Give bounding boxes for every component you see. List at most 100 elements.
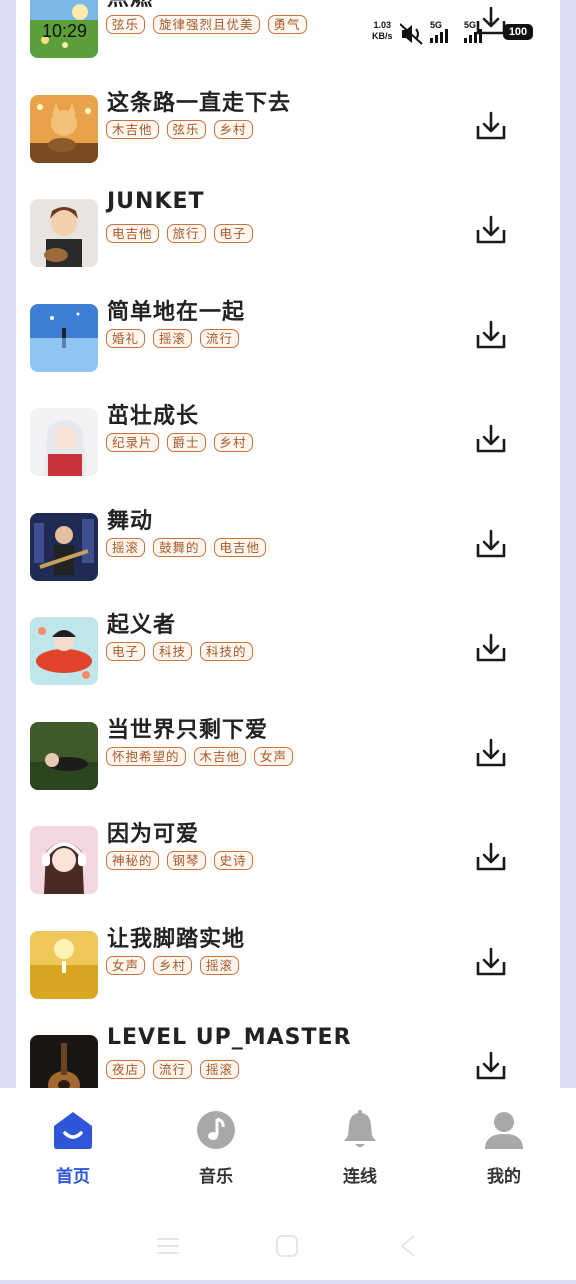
- song-tags: 摇滚 鼓舞的 电吉他: [106, 537, 267, 557]
- song-cover-image[interactable]: [30, 512, 98, 581]
- song-row[interactable]: 起义者 电子 科技 科技的: [16, 613, 560, 721]
- download-button[interactable]: [474, 318, 508, 352]
- song-cover-image[interactable]: [30, 721, 98, 790]
- song-tags: 电吉他 旅行 电子: [106, 224, 253, 243]
- user-icon: [485, 1112, 523, 1149]
- song-title[interactable]: JUNKET: [107, 189, 205, 214]
- song-row[interactable]: 点燃弦乐旋律强烈且优美勇气: [16, 0, 560, 94]
- song-tag: 女声: [254, 746, 294, 766]
- song-title[interactable]: 茁壮成长: [107, 398, 199, 430]
- download-button[interactable]: [474, 109, 508, 143]
- song-title[interactable]: 这条路一直走下去: [107, 85, 291, 117]
- song-tags: 夜店 流行 摇滚: [106, 1060, 240, 1079]
- download-icon: [476, 111, 506, 139]
- song-row[interactable]: 让我脚踏实地 女声 乡村 摇滚: [16, 927, 560, 1035]
- song-tag: 钢琴: [166, 851, 206, 870]
- download-button[interactable]: [474, 422, 508, 456]
- song-cover-image[interactable]: [30, 826, 98, 894]
- nav-profile-label: 我的: [487, 1167, 521, 1187]
- song-cover-image[interactable]: [30, 94, 98, 163]
- song-cover-image[interactable]: [30, 199, 98, 267]
- download-button[interactable]: [474, 945, 508, 979]
- download-icon: [476, 215, 506, 244]
- song-cover-image[interactable]: [30, 303, 98, 372]
- download-button[interactable]: [474, 527, 508, 561]
- nav-connect[interactable]: 连线: [310, 1106, 410, 1196]
- song-tag: 鼓舞的: [153, 537, 206, 557]
- song-tag: 木吉他: [106, 119, 159, 139]
- song-row[interactable]: JUNKET 电吉他 旅行 电子: [16, 189, 560, 303]
- song-tag: 勇气: [267, 15, 307, 34]
- download-icon: [476, 947, 506, 975]
- song-tags: 怀抱希望的 木吉他 女声: [106, 746, 294, 766]
- song-tag: 乡村: [153, 955, 193, 975]
- download-button[interactable]: [474, 4, 508, 38]
- nav-profile[interactable]: 我的: [454, 1106, 554, 1196]
- song-cover-image[interactable]: [30, 408, 98, 476]
- song-tag: 女声: [106, 955, 146, 975]
- song-tag: 电吉他: [213, 537, 267, 557]
- nav-home[interactable]: 首页: [23, 1106, 123, 1196]
- song-tag: 科技: [153, 642, 193, 661]
- download-button[interactable]: [474, 840, 508, 874]
- song-tag: 神秘的: [106, 851, 159, 870]
- song-title[interactable]: 起义者: [107, 607, 176, 639]
- song-cover-image[interactable]: [30, 617, 98, 685]
- song-cover-image[interactable]: [30, 0, 98, 58]
- song-tag: 科技的: [200, 642, 253, 661]
- song-tag: 电子: [213, 224, 253, 243]
- nav-music[interactable]: 音乐: [166, 1106, 266, 1196]
- back-icon[interactable]: [400, 1235, 415, 1257]
- song-tags: 婚礼 摇滚 流行: [106, 328, 240, 348]
- song-tag: 电子: [106, 642, 146, 661]
- song-title[interactable]: 舞动: [107, 503, 153, 535]
- song-tag: 弦乐: [166, 119, 206, 139]
- song-tag: 怀抱希望的: [106, 746, 186, 766]
- system-navigation-bar: [0, 1220, 576, 1280]
- download-button[interactable]: [474, 1049, 508, 1083]
- song-row[interactable]: LEVEL UP_MASTER 夜店 流行 摇滚: [16, 1025, 560, 1088]
- download-button[interactable]: [474, 213, 508, 247]
- song-row[interactable]: 茁壮成长 纪录片 爵士 乡村: [16, 404, 560, 512]
- download-button[interactable]: [474, 736, 508, 770]
- song-tag: 纪录片: [106, 433, 159, 452]
- song-tag: 弦乐: [106, 15, 146, 34]
- song-tag: 摇滚: [106, 537, 146, 557]
- song-title[interactable]: 当世界只剩下爱: [107, 712, 268, 744]
- song-tag: 爵士: [166, 433, 206, 452]
- song-tag: 流行: [153, 1060, 193, 1079]
- song-row[interactable]: 这条路一直走下去 木吉他 弦乐 乡村: [16, 91, 560, 199]
- song-title[interactable]: 点燃: [107, 0, 153, 12]
- song-cover-image[interactable]: [30, 1035, 98, 1088]
- song-cover-image[interactable]: [30, 930, 98, 999]
- song-tag: 摇滚: [200, 955, 240, 975]
- download-icon: [476, 6, 506, 35]
- song-title[interactable]: LEVEL UP_MASTER: [107, 1025, 352, 1050]
- song-row[interactable]: 因为可爱 神秘的 钢琴 史诗: [16, 822, 560, 930]
- song-tags: 木吉他 弦乐 乡村: [106, 119, 253, 139]
- song-tags: 纪录片 爵士 乡村: [106, 433, 253, 452]
- song-list-panel: 点燃弦乐旋律强烈且优美勇气这条路一直走下去木吉他弦乐乡村JUNKET电吉他旅行电…: [16, 0, 560, 1088]
- song-title[interactable]: 让我脚踏实地: [107, 921, 245, 953]
- song-tag: 旅行: [166, 224, 206, 243]
- song-row[interactable]: 简单地在一起 婚礼 摇滚 流行: [16, 300, 560, 408]
- song-row[interactable]: 当世界只剩下爱 怀抱希望的 木吉他 女声: [16, 718, 560, 826]
- home-square-icon[interactable]: [276, 1235, 298, 1257]
- song-tags: 电子 科技 科技的: [106, 642, 253, 661]
- nav-music-label: 音乐: [199, 1167, 233, 1187]
- bell-icon: [344, 1110, 376, 1147]
- song-row[interactable]: 舞动 摇滚 鼓舞的 电吉他: [16, 509, 560, 617]
- menu-icon[interactable]: [157, 1238, 179, 1254]
- song-title[interactable]: 因为可爱: [107, 816, 199, 848]
- download-button[interactable]: [474, 631, 508, 665]
- song-tag: 史诗: [213, 851, 253, 870]
- song-title[interactable]: 简单地在一起: [107, 294, 245, 326]
- song-tag: 婚礼: [106, 328, 146, 348]
- nav-home-label: 首页: [56, 1167, 90, 1187]
- song-tag: 乡村: [213, 433, 253, 452]
- song-tag: 木吉他: [193, 746, 247, 766]
- home-icon: [54, 1112, 92, 1149]
- song-tag: 摇滚: [153, 328, 193, 348]
- song-tag: 旋律强烈且优美: [153, 15, 260, 34]
- download-icon: [476, 842, 506, 871]
